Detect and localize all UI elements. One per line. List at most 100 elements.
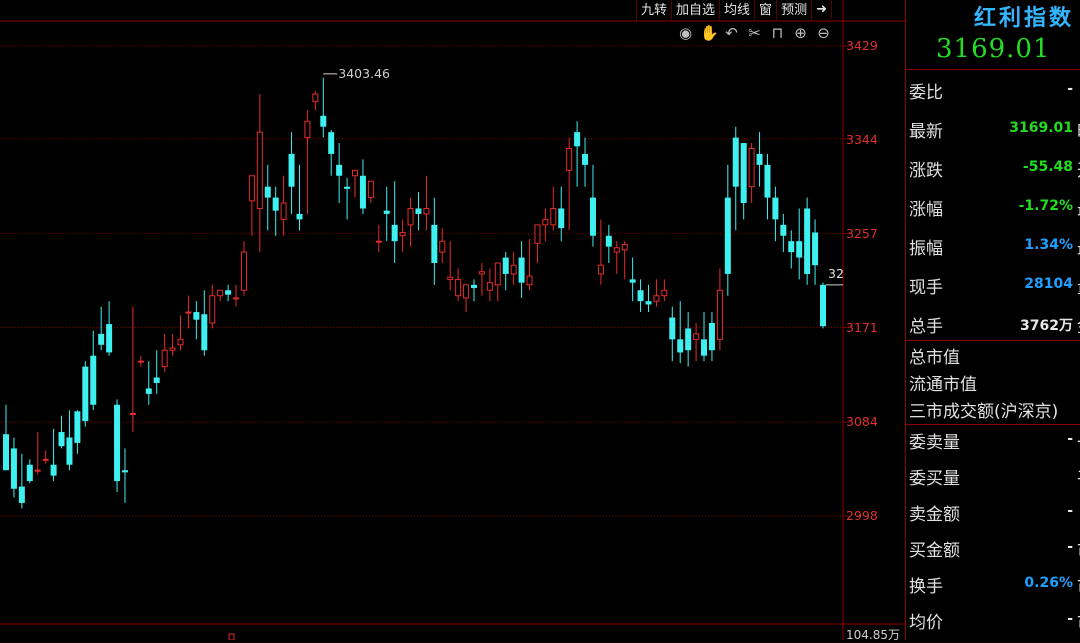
forecast-button[interactable]: 预测 [777,0,813,20]
y-tick-label: 3171 [846,320,878,335]
scissors-icon[interactable]: ✂ [746,24,763,42]
candle-body-up [304,120,311,139]
hand-icon[interactable]: ✋ [700,24,719,42]
moving-average-button[interactable]: 均线 [720,0,756,20]
candle-body-down [470,284,477,289]
candle-body-down [732,137,739,187]
candlestick-chart[interactable]: 3403.46 32 [0,0,905,640]
candle-body-up [478,271,485,275]
quote-row-label: 委比 [909,83,943,103]
jiuzhuan-button[interactable]: 九转 [637,0,673,20]
quote-row-value: 0.26% [1024,575,1073,591]
candle-body-up [256,131,263,209]
candle-body-down [708,322,715,351]
quote-row-label: 涨跌 [909,161,943,181]
candle-body-down [18,486,25,503]
candle-body-down [415,208,422,214]
lock-icon[interactable]: ⊓ [769,24,786,42]
big-price: 3169.01 [936,34,1051,64]
candle-body-down [796,241,803,258]
candle-body-down [359,175,366,209]
candle-body-up [455,278,462,297]
candle-body-down [98,333,105,345]
window-button[interactable]: 窗 [755,0,778,20]
candle-body-down [58,432,65,447]
candle-body-down [780,224,787,236]
candle-body-down [645,301,652,305]
candle-body-down [629,279,636,283]
peak-price-label: 3403.46 [338,66,390,81]
candle-body-up [613,247,620,253]
quote-row-value: -55.48 [1022,159,1073,175]
candle-body-down [328,132,335,154]
quote-row: 总市值 [909,343,1080,373]
candle-body-down [383,210,390,214]
quote-row: 涨幅-1.72%最 [909,195,1080,225]
candle-body-up [597,264,604,275]
candle-body-down [272,197,279,211]
candle-body-down [756,153,763,165]
candle-body-down [740,143,747,204]
candle-body-up [463,284,470,299]
eye-icon[interactable]: ◉ [677,24,694,42]
candle-body-down [677,339,684,353]
chart-toolbar: 九转 加自选 均线 窗 预测 ➜ [636,0,832,21]
candle-body-up [217,289,224,297]
candle-body-up [367,180,374,199]
candle-body-down [669,317,676,340]
candle-body-up [693,333,700,340]
candle-body-up [161,349,168,368]
candle-body-down [820,284,826,327]
candle-body-up [653,295,660,302]
quote-row: 涨跌-55.48开 [909,156,1080,186]
quote-row: 最新3169.01时 [909,117,1080,147]
quote-row-label: 买金额 [909,541,960,561]
quote-row-value: - [1067,503,1073,519]
add-watchlist-button[interactable]: 加自选 [672,0,721,20]
candle-body-down [589,197,596,236]
quote-row-label: 卖金额 [909,505,960,525]
candle-body-up [169,347,176,351]
quote-row-label: 委卖量 [909,433,960,453]
candle-body-down [812,232,819,266]
candle-body-up [526,275,533,286]
candle-body-up [248,175,255,202]
candle-body-up [716,289,723,340]
candle-body-up [534,224,541,244]
candle-body-down [574,132,581,147]
quote-row: 三市成交额(沪深京) [909,397,1080,427]
candle-body-down [225,290,232,295]
candle-body-down [145,388,152,394]
candle-body-down [10,448,17,489]
candle-body-down [114,404,121,482]
candle-body-up [185,311,192,314]
candle-body-down [518,257,525,283]
candle-body-down [788,241,795,253]
undo-icon[interactable]: ↶ [723,24,740,42]
quote-row-value: - [1067,539,1073,555]
candle-body-up [280,202,287,220]
candle-body-up [352,169,359,177]
candle-body-up [399,231,406,237]
candle-body-down [772,197,779,220]
candle-body-down [26,464,33,482]
candle-body-down [431,224,438,264]
quote-row-value: 1.34% [1024,237,1073,253]
candle-body-up [42,458,49,461]
quote-panel: 红利指数 3169.01 委比-最新3169.01时涨跌-55.48开涨幅-1.… [905,0,1080,640]
zoom-in-icon[interactable]: ⊕ [792,24,809,42]
quote-row: 流通市值 [909,370,1080,400]
index-title: 红利指数 [974,6,1075,31]
exit-arrow-icon[interactable]: ➜ [812,0,832,19]
candle-body-down [701,339,708,356]
y-tick-label: 3429 [846,38,878,53]
quote-row-value: - [1067,431,1073,447]
quote-row-value: 3762万 [1020,318,1073,334]
zoom-out-icon[interactable]: ⊖ [815,24,832,42]
candle-body-down [605,235,612,247]
quote-row: 换手0.26%市 [909,572,1080,602]
y-tick-label: 3344 [846,132,878,147]
candle-body-up [375,240,382,243]
quote-row-label: 流通市值 [909,375,977,395]
quote-row: 现手28104量 [909,273,1080,303]
